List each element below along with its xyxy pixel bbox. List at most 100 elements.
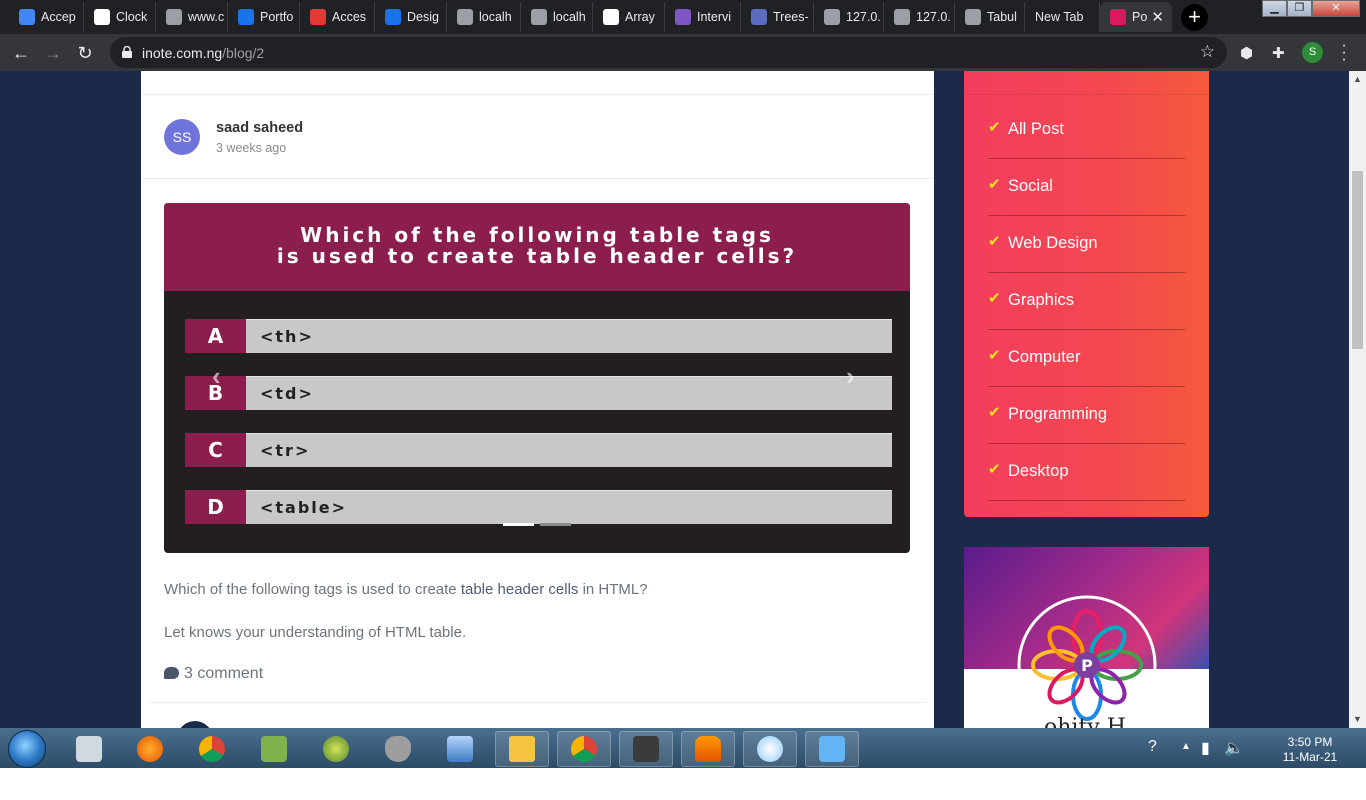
promo-banner[interactable]: P ohity H — [964, 547, 1209, 728]
tab-favicon-icon — [531, 9, 547, 25]
svg-text:P: P — [1081, 656, 1093, 675]
sublime-text-icon[interactable] — [619, 731, 673, 767]
browser-tab[interactable]: localh — [521, 2, 593, 32]
file-explorer-icon[interactable] — [495, 731, 549, 767]
tab-favicon-icon — [19, 9, 35, 25]
browser-tab[interactable]: Portfo — [228, 2, 300, 32]
profile-avatar[interactable]: S — [1302, 42, 1323, 63]
category-widget: ✔ All Post ✔ Social ✔ Web Design ✔ Graphics ✔ Com… — [964, 71, 1209, 517]
chameleon-icon[interactable] — [309, 731, 363, 767]
scroll-up-arrow[interactable]: ▲ — [1353, 74, 1362, 84]
browser-tab-active[interactable]: Po ✕ — [1100, 2, 1172, 32]
category-item[interactable]: ✔ Programming — [988, 387, 1185, 444]
inkscape-icon[interactable] — [371, 731, 425, 767]
screen-bottom-strip — [0, 768, 1366, 800]
virtualbox-icon[interactable] — [433, 731, 487, 767]
snipping-tool-icon[interactable] — [62, 731, 116, 767]
system-clock[interactable]: 3:50 PM 11-Mar-21 — [1270, 735, 1350, 765]
tab-title: Intervi — [697, 10, 732, 24]
tab-title: www.c — [188, 10, 225, 24]
firefox-icon[interactable] — [123, 731, 177, 767]
blog-post-card: SS saad saheed 3 weeks ago Which of the … — [141, 71, 934, 728]
browser-tab[interactable]: New Tab — [1025, 2, 1100, 32]
extension-cube-icon[interactable]: ⬢ — [1240, 44, 1253, 62]
browser-tab[interactable]: Tabul — [955, 2, 1025, 32]
category-item[interactable]: ✔ All Post — [988, 102, 1185, 159]
tray-expand-icon[interactable]: ▲ — [1181, 741, 1191, 752]
minimize-button[interactable]: ▁ — [1262, 0, 1287, 17]
forward-icon[interactable]: → — [40, 40, 66, 66]
folder-tool-icon[interactable] — [247, 731, 301, 767]
tab-title: Desig — [407, 10, 439, 24]
browser-tab[interactable]: www.c — [156, 2, 228, 32]
reload-icon[interactable]: ↻ — [72, 40, 98, 66]
category-item[interactable]: ✔ Computer — [988, 330, 1185, 387]
tab-title: 127.0. — [916, 10, 951, 24]
chrome-running-icon[interactable] — [557, 731, 611, 767]
bookmark-star-icon[interactable]: ☆ — [1200, 42, 1215, 62]
vlc-icon[interactable] — [681, 731, 735, 767]
carousel-indicator[interactable] — [540, 523, 571, 526]
divider — [141, 94, 934, 95]
checkmark-icon: ✔ — [988, 176, 1001, 193]
browser-tab[interactable]: 127.0. — [814, 2, 884, 32]
tab-favicon-icon — [751, 9, 767, 25]
category-item[interactable]: ✔ Graphics — [988, 273, 1185, 330]
divider — [149, 702, 926, 703]
carousel-indicator[interactable] — [503, 523, 534, 526]
power-icon[interactable]: ▮ — [1201, 738, 1210, 758]
image-carousel[interactable]: Which of the following table tags is use… — [164, 203, 910, 553]
extensions-puzzle-icon[interactable]: ✚ — [1272, 44, 1285, 62]
chrome-icon[interactable] — [185, 731, 239, 767]
url-text: inote.com.ng/blog/2 — [142, 45, 265, 61]
volume-icon[interactable]: 🔈 — [1224, 738, 1244, 758]
browser-tab[interactable]: Desig — [375, 2, 447, 32]
help-icon[interactable]: ? — [1148, 738, 1157, 756]
maximize-button[interactable]: ❐ — [1287, 0, 1312, 17]
browser-tab[interactable]: localh — [447, 2, 521, 32]
browser-tab[interactable]: Trees- — [741, 2, 814, 32]
category-label: Computer — [1008, 348, 1081, 366]
close-tab-icon[interactable]: ✕ — [1151, 8, 1164, 26]
browser-tab[interactable]: Array — [593, 2, 665, 32]
paint-icon[interactable] — [743, 731, 797, 767]
scroll-down-arrow[interactable]: ▼ — [1353, 714, 1362, 724]
browser-tab[interactable]: Intervi — [665, 2, 741, 32]
tab-favicon-icon — [457, 9, 473, 25]
lock-icon — [122, 46, 132, 58]
post-body-paragraph: Which of the following tags is used to c… — [164, 581, 648, 598]
option-letter: A — [185, 319, 246, 353]
post-timestamp: 3 weeks ago — [216, 141, 287, 155]
tab-favicon-icon — [675, 9, 691, 25]
category-item[interactable]: ✔ Web Design — [988, 216, 1185, 273]
option-text: <table> — [246, 490, 892, 524]
address-bar[interactable]: inote.com.ng/blog/2 ☆ — [110, 37, 1227, 68]
new-tab-button[interactable]: + — [1181, 4, 1208, 31]
control-panel-icon[interactable] — [805, 731, 859, 767]
tab-favicon-icon — [166, 9, 182, 25]
category-item[interactable]: ✔ Desktop — [988, 444, 1185, 501]
browser-menu-icon[interactable]: · · · — [1338, 38, 1350, 68]
scrollbar-thumb[interactable] — [1352, 171, 1363, 349]
carousel-next-arrow[interactable]: › — [846, 361, 855, 392]
browser-tab[interactable]: Accep — [9, 2, 84, 32]
tab-title: Po — [1132, 10, 1148, 24]
browser-toolbar: ← → ↻ inote.com.ng/blog/2 ☆ ⬢ ✚ S · · · — [0, 34, 1366, 71]
browser-tab[interactable]: Acces — [300, 2, 375, 32]
author-avatar[interactable]: SS — [164, 119, 200, 155]
browser-tab[interactable]: Clock — [84, 2, 156, 32]
start-button[interactable] — [8, 730, 46, 768]
tab-title: Portfo — [260, 10, 294, 24]
browser-tab[interactable]: 127.0. — [884, 2, 955, 32]
close-window-button[interactable]: ✕ — [1312, 0, 1360, 17]
page-scrollbar[interactable]: ▲ ▼ — [1349, 71, 1366, 728]
option-text: <th> — [246, 319, 892, 353]
back-icon[interactable]: ← — [8, 40, 34, 66]
comment-link[interactable]: 3 comment — [164, 665, 263, 683]
category-item[interactable]: ✔ Social — [988, 159, 1185, 216]
author-name[interactable]: saad saheed — [216, 120, 303, 136]
tab-favicon-icon — [238, 9, 254, 25]
tab-favicon-icon — [94, 9, 110, 25]
carousel-prev-arrow[interactable]: ‹ — [212, 361, 221, 392]
tab-title: localh — [479, 10, 512, 24]
